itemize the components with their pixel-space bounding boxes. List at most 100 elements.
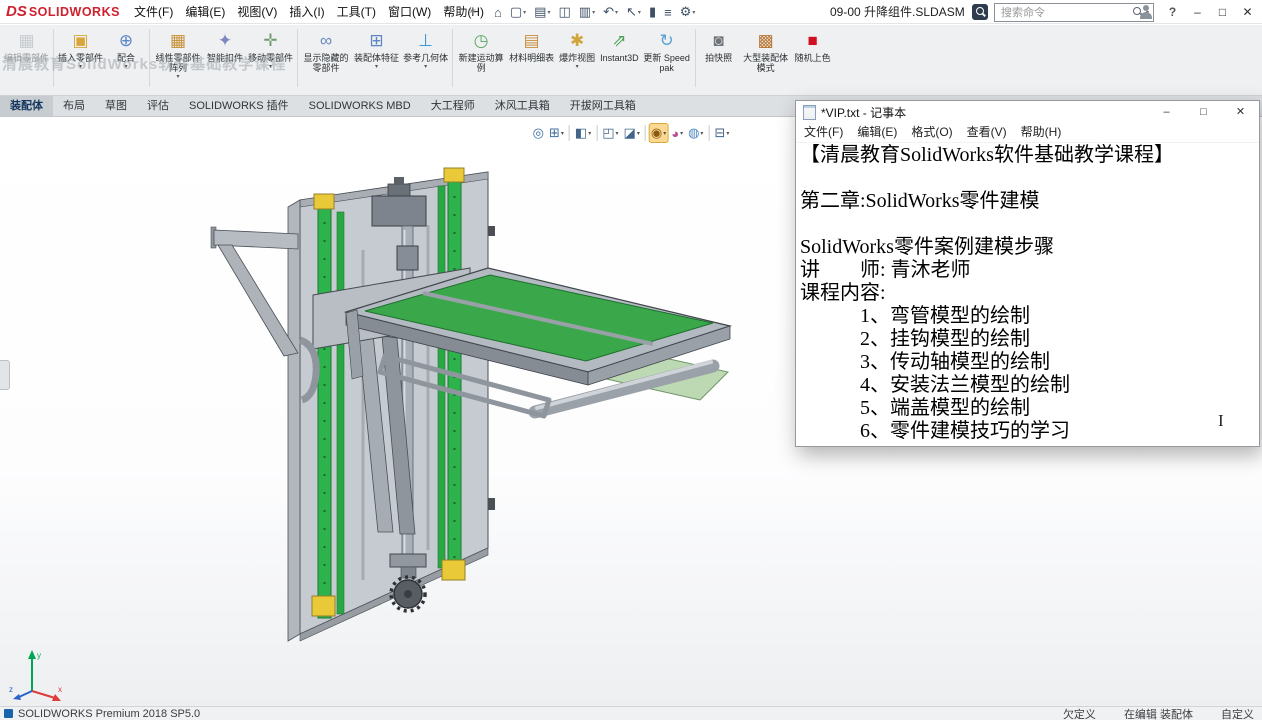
display-style-icon[interactable]: ◪ ▾ [622, 123, 642, 143]
notepad-menu-item[interactable]: 查看(V) [960, 123, 1014, 142]
chevron-down-icon[interactable]: ▾ [547, 9, 550, 16]
notepad-text-area[interactable]: 【清晨教育SolidWorks软件基础教学课程】 第二章:SolidWorks零件… [796, 143, 1259, 446]
chevron-down-icon[interactable]: ▾ [576, 63, 579, 71]
home-icon[interactable]: ⌂ [490, 0, 506, 24]
chevron-down-icon[interactable]: ▾ [680, 130, 683, 137]
pin-menu-icon[interactable]: ✶ [468, 0, 477, 24]
chevron-down-icon[interactable]: ▾ [616, 130, 619, 137]
tab-sketch[interactable]: 草图 [95, 96, 137, 116]
maximize-button[interactable]: □ [1210, 0, 1235, 24]
save-icon[interactable]: ◫ [554, 0, 574, 24]
move-component-button[interactable]: ✛ 移动零部件 ▾ [246, 27, 295, 71]
chevron-down-icon[interactable]: ▾ [561, 130, 564, 137]
tab-solidworks-mbd[interactable]: SOLIDWORKS MBD [299, 96, 421, 116]
show-hidden-components-button[interactable]: ∞ 显示隐藏的零部件 [300, 27, 352, 73]
menu-item[interactable]: 窗口(W) [382, 0, 437, 24]
chevron-down-icon[interactable]: ▾ [125, 63, 128, 71]
assembly-features-button[interactable]: ⊞ 装配体特征 ▾ [352, 27, 401, 71]
chevron-down-icon[interactable]: ▾ [269, 63, 272, 71]
chevron-down-icon[interactable]: ▾ [638, 9, 641, 16]
large-assembly-mode-button[interactable]: ▩ 大型装配体模式 [740, 27, 792, 73]
chevron-down-icon[interactable]: ▾ [615, 9, 618, 16]
bom-table-icon[interactable]: ≡ [660, 0, 676, 24]
chevron-down-icon[interactable]: ▾ [79, 63, 82, 71]
command-search[interactable]: ▾ [994, 3, 1154, 22]
exploded-view-button[interactable]: ✱ 爆炸视图 ▾ [556, 27, 598, 71]
menu-item[interactable]: 文件(F) [128, 0, 179, 24]
apply-scene-icon[interactable]: ◍ ▾ [686, 123, 705, 143]
tab-dagongchengshi[interactable]: 大工程师 [421, 96, 485, 116]
undo-icon[interactable]: ↶ ▾ [599, 0, 622, 24]
close-button[interactable]: ✕ [1235, 0, 1260, 24]
open-document-icon[interactable]: ▤ ▾ [530, 0, 554, 24]
print-icon[interactable]: ▥ ▾ [575, 0, 599, 24]
linear-component-pattern-button[interactable]: ▦ 线性零部件阵列 ▾ [152, 27, 204, 81]
mate-button[interactable]: ⊕ 配合 ▾ [105, 27, 147, 71]
ribbon-button-label: 线性零部件阵列 [155, 53, 201, 73]
chevron-down-icon[interactable]: ▾ [424, 63, 427, 71]
user-account-icon[interactable] [1138, 4, 1154, 20]
tab-layout[interactable]: 布局 [53, 96, 95, 116]
statusbar-customize[interactable]: 自定义 [1221, 706, 1254, 720]
notepad-minimize-button[interactable]: – [1148, 101, 1185, 123]
notepad-menu-item[interactable]: 文件(F) [797, 123, 850, 142]
touch-mode-icon[interactable]: ▮ [645, 0, 660, 24]
search-shortcut-icon[interactable] [972, 4, 988, 20]
chevron-down-icon[interactable]: ▾ [375, 63, 378, 71]
instant3d-button[interactable]: ⇗ Instant3D [598, 27, 641, 63]
panel-flyout-tab[interactable] [0, 360, 10, 390]
ribbon-separator [694, 29, 696, 87]
notepad-window[interactable]: *VIP.txt - 记事本 – □ ✕ 文件(F) 编辑(E) 格式(O) 查看(V… [795, 100, 1260, 447]
zoom-fit-icon[interactable]: ◎ [531, 123, 546, 143]
zoom-to-area-icon[interactable]: ⊞ ▾ [547, 123, 566, 143]
notepad-menu-item[interactable]: 帮助(H) [1014, 123, 1069, 142]
edit-appearance-icon[interactable]: ◕ ▾ [669, 123, 685, 143]
chevron-down-icon[interactable]: ▾ [637, 130, 640, 137]
help-button[interactable]: ? [1160, 0, 1185, 24]
new-document-icon[interactable]: ▢ ▾ [506, 0, 530, 24]
menubar: 文件(F) 编辑(E) 视图(V) 插入(I) 工具(T) 窗口(W) 帮助(H) [128, 0, 490, 24]
chevron-down-icon[interactable]: ▾ [700, 130, 703, 137]
tab-kaibawang-toolbox[interactable]: 开拔网工具箱 [560, 96, 646, 116]
chevron-down-icon[interactable]: ▾ [177, 73, 180, 81]
update-speedpak-button[interactable]: ↻ 更新 Speedpak [641, 27, 693, 73]
chevron-down-icon[interactable]: ▾ [592, 9, 595, 16]
bill-of-materials-button[interactable]: ▤ 材料明细表 [507, 27, 556, 63]
notepad-titlebar[interactable]: *VIP.txt - 记事本 – □ ✕ [796, 101, 1259, 123]
notepad-menu-item[interactable]: 编辑(E) [850, 123, 904, 142]
ribbon: ▦ 编辑零部件 ▣ 插入零部件 ▾ ⊕ 配合 ▾ ▦ 线性零部件阵列 ▾ ✦ 智… [0, 25, 1262, 96]
view-settings-icon[interactable]: ⊟ ▾ [712, 123, 731, 143]
take-snapshot-button[interactable]: ◙ 拍快照 [698, 27, 740, 63]
tab-mufeng-toolbox[interactable]: 沐风工具箱 [485, 96, 560, 116]
new-motion-study-button[interactable]: ◷ 新建运动算例 [455, 27, 507, 73]
menu-item[interactable]: 帮助(H) [437, 0, 490, 24]
notepad-maximize-button[interactable]: □ [1185, 101, 1222, 123]
tab-solidworks-addins[interactable]: SOLIDWORKS 插件 [179, 96, 299, 116]
insert-components-button[interactable]: ▣ 插入零部件 ▾ [56, 27, 105, 71]
section-view-icon[interactable]: ◧ ▾ [573, 123, 593, 143]
chevron-down-icon[interactable]: ▾ [692, 9, 695, 16]
chevron-down-icon[interactable]: ▾ [588, 130, 591, 137]
hide-show-items-icon[interactable]: ◉ ▾ [648, 123, 669, 143]
menu-item[interactable]: 视图(V) [231, 0, 283, 24]
tab-assembly[interactable]: 装配体 [0, 96, 53, 116]
chevron-down-icon[interactable]: ▾ [663, 130, 666, 137]
menu-item[interactable]: 编辑(E) [179, 0, 231, 24]
menu-item[interactable]: 插入(I) [283, 0, 330, 24]
notepad-close-button[interactable]: ✕ [1222, 101, 1259, 123]
chevron-down-icon[interactable]: ▾ [523, 9, 526, 16]
chevron-down-icon[interactable]: ▾ [726, 130, 729, 137]
tab-evaluate[interactable]: 评估 [137, 96, 179, 116]
view-orientation-icon[interactable]: ◰ ▾ [600, 123, 620, 143]
random-color-button[interactable]: ■ 随机上色 [792, 27, 834, 63]
notepad-menu-item[interactable]: 格式(O) [904, 123, 959, 142]
options-gear-icon[interactable]: ⚙ ▾ [676, 0, 700, 24]
ribbon-button-icon: ▣ [72, 31, 89, 50]
select-cursor-icon[interactable]: ↖ ▾ [622, 0, 645, 24]
search-input[interactable] [999, 5, 1131, 20]
minimize-button[interactable]: – [1185, 0, 1210, 24]
reference-geometry-button[interactable]: ⊥ 参考几何体 ▾ [401, 27, 450, 71]
smart-fasteners-button[interactable]: ✦ 智能扣件 [204, 27, 246, 63]
edit-component-button[interactable]: ▦ 编辑零部件 [2, 27, 51, 63]
menu-item[interactable]: 工具(T) [331, 0, 382, 24]
